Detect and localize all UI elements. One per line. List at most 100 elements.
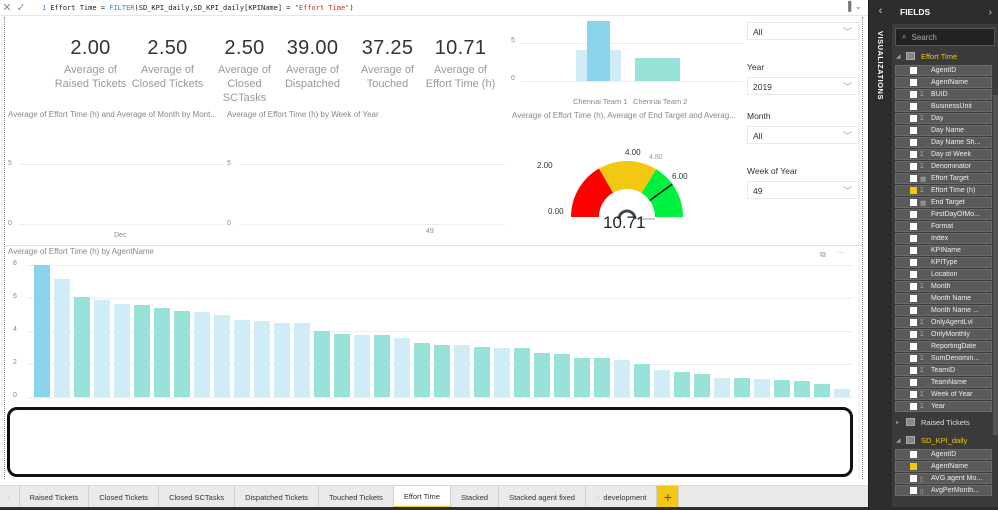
field-item[interactable]: Σ Week of Year [895, 389, 992, 400]
agent-bar[interactable] [334, 334, 350, 397]
slicer-dropdown[interactable]: 2019 ﹀ [747, 77, 859, 95]
expand-formula-icon[interactable]: ▌⌄ [848, 1, 862, 12]
agent-bar[interactable] [114, 303, 130, 397]
field-checkbox[interactable] [910, 139, 917, 146]
fields-search-input[interactable]: ⌕ Search [895, 28, 995, 46]
scroll-tabs-left[interactable]: ‹ [0, 486, 20, 508]
kpi-card[interactable]: 2.50 Average of Closed SCTasks [207, 37, 282, 105]
kpi-card[interactable]: 2.00 Average of Raised Tickets [53, 37, 128, 91]
agent-bar[interactable] [134, 305, 150, 397]
page-tab[interactable]: ◌ development [586, 486, 658, 508]
field-item[interactable]: AgentName [895, 77, 992, 88]
slicer-dropdown[interactable]: 49 ﹀ [747, 181, 859, 199]
agent-bar[interactable] [314, 331, 330, 397]
agent-bar[interactable] [494, 347, 510, 397]
field-item[interactable]: KPIName [895, 245, 992, 256]
kpi-card[interactable]: 2.50 Average of Closed Tickets [130, 37, 205, 91]
expanded-icon[interactable]: ◢ [896, 437, 906, 444]
page-tab[interactable]: Dispatched Tickets [235, 486, 320, 508]
kpi-card[interactable]: 10.71 Average of Effort Time (h) [423, 37, 498, 91]
field-item[interactable]: Σ Day [895, 113, 992, 124]
field-table-header[interactable]: ◢ Effort Time [892, 48, 998, 64]
field-checkbox[interactable] [910, 379, 917, 386]
field-item[interactable]: Σ Day of Week [895, 149, 992, 160]
field-checkbox[interactable] [910, 67, 917, 74]
field-checkbox[interactable] [910, 307, 917, 314]
agent-bar[interactable] [154, 307, 170, 397]
field-item[interactable]: Σ Denominator [895, 161, 992, 172]
field-checkbox[interactable] [910, 295, 917, 302]
field-item[interactable]: BusinessUnit [895, 101, 992, 112]
field-checkbox[interactable] [910, 163, 917, 170]
agent-bar[interactable] [254, 321, 270, 397]
agent-bar[interactable] [354, 335, 370, 397]
field-item[interactable]: AgentName [895, 461, 992, 472]
field-checkbox[interactable] [910, 151, 917, 158]
field-checkbox[interactable] [910, 367, 917, 374]
agent-bar[interactable] [734, 378, 750, 397]
field-checkbox[interactable] [910, 355, 917, 362]
agent-bar[interactable] [614, 359, 630, 397]
field-item[interactable]: AgentID [895, 65, 992, 76]
field-item[interactable]: FirstDayOfMo... [895, 209, 992, 220]
field-item[interactable]: Σ BUID [895, 89, 992, 100]
field-item[interactable]: Σ Effort Time (h) [895, 185, 992, 196]
kpi-card[interactable]: 37.25 Average of Touched [350, 37, 425, 91]
agent-bar[interactable] [454, 345, 470, 397]
agent-bar[interactable] [214, 315, 230, 397]
agent-bar[interactable] [834, 388, 850, 397]
field-checkbox[interactable] [910, 103, 917, 110]
field-item[interactable]: ▯ AvgPerMonth... [895, 485, 992, 496]
field-item[interactable]: Σ SumDenomin... [895, 353, 992, 364]
field-checkbox[interactable] [910, 403, 917, 410]
field-item[interactable]: Location [895, 269, 992, 280]
field-checkbox[interactable] [910, 235, 917, 242]
agent-bar[interactable] [814, 384, 830, 397]
field-checkbox[interactable] [910, 187, 917, 194]
agent-bar[interactable] [694, 373, 710, 397]
field-item[interactable]: Σ TeamID [895, 365, 992, 376]
field-item[interactable]: TeamName [895, 377, 992, 388]
page-tab[interactable]: Closed Tickets [89, 486, 160, 508]
slicer-dropdown[interactable]: All ﹀ [747, 126, 859, 144]
slicer-dropdown[interactable]: All ﹀ [747, 22, 859, 40]
field-checkbox[interactable] [910, 271, 917, 278]
agent-bar[interactable] [54, 279, 70, 397]
agent-bar[interactable] [194, 312, 210, 397]
collapsed-icon[interactable]: ▸ [896, 419, 906, 426]
dax-formula[interactable]: Effort Time = FILTER(SD_KPI_daily,SD_KPI… [50, 4, 353, 12]
focus-mode-icon[interactable]: ⧉ [820, 250, 826, 260]
chevron-left-icon[interactable]: ‹ [869, 5, 892, 17]
field-checkbox[interactable] [910, 463, 917, 470]
agent-bar[interactable] [774, 380, 790, 397]
agent-bar[interactable] [474, 346, 490, 397]
field-checkbox[interactable] [910, 127, 917, 134]
field-checkbox[interactable] [910, 211, 917, 218]
agent-bar[interactable] [594, 358, 610, 397]
rounded-rectangle-shape[interactable] [7, 407, 853, 477]
field-item[interactable]: Index [895, 233, 992, 244]
agent-bar[interactable] [94, 299, 110, 397]
field-item[interactable]: Format [895, 221, 992, 232]
agent-bar[interactable] [174, 311, 190, 397]
field-item[interactable]: ▦ End Target [895, 197, 992, 208]
page-tab[interactable]: Touched Tickets [319, 486, 394, 508]
field-checkbox[interactable] [910, 199, 917, 206]
field-checkbox[interactable] [910, 79, 917, 86]
agent-bar[interactable] [394, 338, 410, 397]
agent-bar[interactable] [714, 378, 730, 397]
agent-bar[interactable] [434, 344, 450, 397]
visualizations-label[interactable]: VISUALIZATIONS [876, 31, 885, 100]
field-item[interactable]: Σ Month [895, 281, 992, 292]
agent-bar[interactable] [234, 320, 250, 397]
agent-bar[interactable] [574, 357, 590, 397]
agent-bar[interactable] [654, 369, 670, 397]
agent-bar[interactable] [34, 265, 50, 397]
field-table-header[interactable]: ◢ SD_KPI_daily [892, 432, 998, 448]
agent-bar[interactable] [294, 322, 310, 397]
field-item[interactable]: ReportingDate [895, 341, 992, 352]
page-tab[interactable]: Closed SCTasks [159, 486, 236, 508]
field-checkbox[interactable] [910, 259, 917, 266]
formula-bar[interactable]: ✕ ✓ 1 Effort Time = FILTER(SD_KPI_daily,… [0, 0, 868, 16]
page-tab[interactable]: Stacked [451, 486, 500, 508]
